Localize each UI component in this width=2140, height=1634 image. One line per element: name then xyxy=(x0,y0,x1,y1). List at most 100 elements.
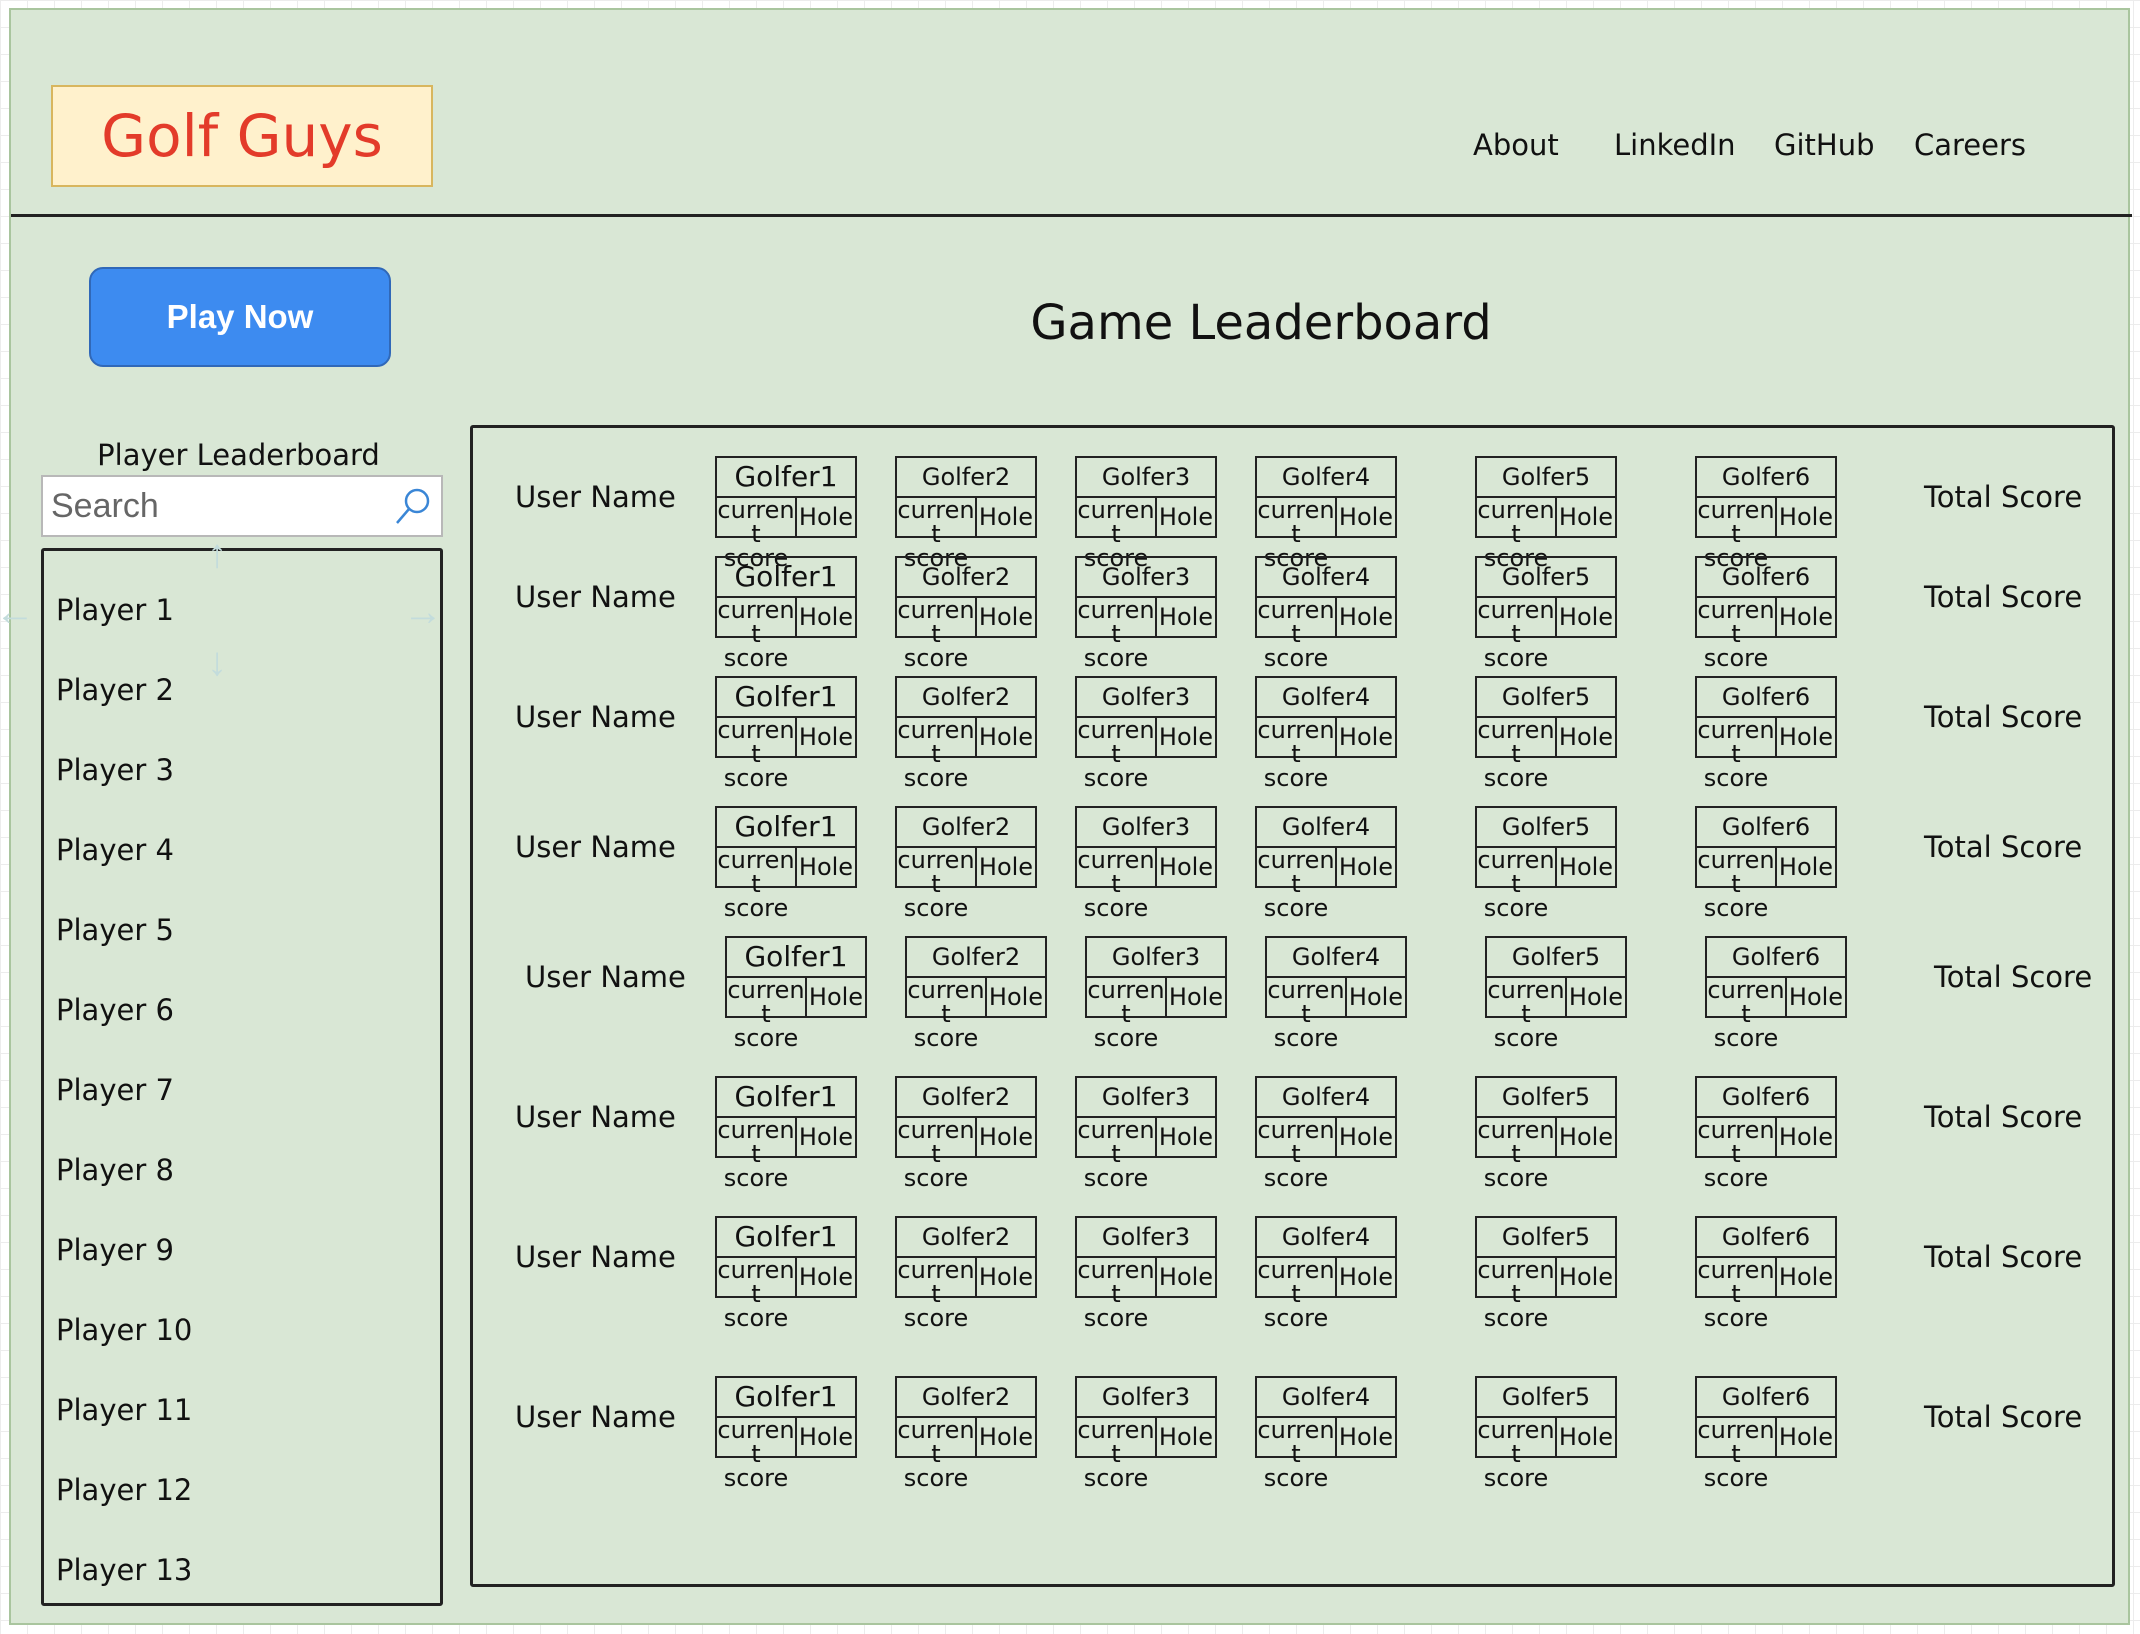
golfer-card[interactable]: Golfer2 current score Hole xyxy=(895,1076,1037,1190)
player-list-item[interactable]: Player 3 xyxy=(56,753,174,787)
golfer-name: Golfer4 xyxy=(1255,676,1397,718)
golfer-name: Golfer3 xyxy=(1075,556,1217,598)
golfer-name: Golfer6 xyxy=(1695,1076,1837,1118)
golfer-card[interactable]: Golfer3 current score Hole xyxy=(1075,556,1217,670)
golfer-name: Golfer6 xyxy=(1695,676,1837,718)
golfer-hole: Hole xyxy=(1335,716,1397,758)
player-list-item[interactable]: Player 10 xyxy=(56,1313,192,1347)
golfer-name: Golfer6 xyxy=(1695,1376,1837,1418)
golfer-card[interactable]: Golfer1 current score Hole xyxy=(715,1076,857,1190)
golfer-card[interactable]: Golfer6 current score Hole xyxy=(1695,1216,1837,1330)
golfer-card[interactable]: Golfer4 current score Hole xyxy=(1255,556,1397,670)
play-now-button[interactable]: Play Now xyxy=(89,267,391,367)
golfer-card[interactable]: Golfer5 current score Hole xyxy=(1475,456,1617,570)
nav-link-careers[interactable]: Careers xyxy=(1914,128,2026,162)
golfer-card[interactable]: Golfer5 current score Hole xyxy=(1475,1076,1617,1190)
nav-link-linkedin[interactable]: LinkedIn xyxy=(1614,128,1736,162)
arrow-left-icon: ← xyxy=(0,590,35,634)
golfer-card[interactable]: Golfer1 current score Hole xyxy=(715,1376,857,1490)
player-list-item[interactable]: Player 6 xyxy=(56,993,174,1027)
player-list-item[interactable]: Player 1 xyxy=(56,593,174,627)
nav-link-github[interactable]: GitHub xyxy=(1774,128,1875,162)
nav-link-about[interactable]: About xyxy=(1473,128,1559,162)
golfer-card[interactable]: Golfer5 current score Hole xyxy=(1475,1216,1617,1330)
golfer-name: Golfer2 xyxy=(895,1216,1037,1258)
golfer-card[interactable]: Golfer2 current score Hole xyxy=(895,1216,1037,1330)
golfer-card[interactable]: Golfer5 current score Hole xyxy=(1475,1376,1617,1490)
player-list-item[interactable]: Player 2 xyxy=(56,673,174,707)
golfer-hole: Hole xyxy=(975,716,1037,758)
golfer-hole: Hole xyxy=(1775,596,1837,638)
row-username: User Name xyxy=(515,480,676,514)
golfer-card[interactable]: Golfer3 current score Hole xyxy=(1075,1076,1217,1190)
golfer-card[interactable]: Golfer1 current score Hole xyxy=(725,936,867,1050)
golfer-name: Golfer3 xyxy=(1075,676,1217,718)
golfer-card[interactable]: Golfer2 current score Hole xyxy=(895,676,1037,790)
golfer-card[interactable]: Golfer6 current score Hole xyxy=(1695,676,1837,790)
golfer-hole: Hole xyxy=(1775,1256,1837,1298)
golfer-card[interactable]: Golfer5 current score Hole xyxy=(1475,556,1617,670)
golfer-card[interactable]: Golfer4 current score Hole xyxy=(1265,936,1407,1050)
golfer-card[interactable]: Golfer3 current score Hole xyxy=(1075,456,1217,570)
row-username: User Name xyxy=(515,1240,676,1274)
golfer-name: Golfer4 xyxy=(1255,556,1397,598)
golfer-card[interactable]: Golfer6 current score Hole xyxy=(1695,556,1837,670)
golfer-current-score: current score xyxy=(895,716,977,790)
golfer-card[interactable]: Golfer6 current score Hole xyxy=(1705,936,1847,1050)
game-leaderboard-title: Game Leaderboard xyxy=(1030,295,1492,351)
golfer-card[interactable]: Golfer1 current score Hole xyxy=(715,556,857,670)
golfer-card[interactable]: Golfer1 current score Hole xyxy=(715,806,857,920)
golfer-name: Golfer5 xyxy=(1475,806,1617,848)
golfer-card[interactable]: Golfer5 current score Hole xyxy=(1485,936,1627,1050)
golfer-card[interactable]: Golfer1 current score Hole xyxy=(715,676,857,790)
player-list-item[interactable]: Player 13 xyxy=(56,1553,192,1587)
golfer-current-score: current score xyxy=(715,496,797,570)
golfer-current-score: current score xyxy=(1695,1116,1777,1190)
golfer-current-score: current score xyxy=(1265,976,1347,1050)
golfer-hole: Hole xyxy=(1555,846,1617,888)
player-list-item[interactable]: Player 5 xyxy=(56,913,174,947)
golfer-card[interactable]: Golfer4 current score Hole xyxy=(1255,676,1397,790)
golfer-name: Golfer6 xyxy=(1695,806,1837,848)
golfer-card[interactable]: Golfer1 current score Hole xyxy=(715,1216,857,1330)
golfer-hole: Hole xyxy=(1155,716,1217,758)
golfer-card[interactable]: Golfer6 current score Hole xyxy=(1695,806,1837,920)
player-list-item[interactable]: Player 4 xyxy=(56,833,174,867)
golfer-card[interactable]: Golfer5 current score Hole xyxy=(1475,806,1617,920)
golfer-current-score: current score xyxy=(1255,1256,1337,1330)
golfer-card[interactable]: Golfer4 current score Hole xyxy=(1255,1076,1397,1190)
golfer-card[interactable]: Golfer4 current score Hole xyxy=(1255,1216,1397,1330)
golfer-card[interactable]: Golfer4 current score Hole xyxy=(1255,1376,1397,1490)
golfer-card[interactable]: Golfer6 current score Hole xyxy=(1695,1076,1837,1190)
golfer-hole: Hole xyxy=(975,596,1037,638)
player-list-item[interactable]: Player 11 xyxy=(56,1393,192,1427)
player-list-item[interactable]: Player 7 xyxy=(56,1073,174,1107)
golfer-current-score: current score xyxy=(895,1416,977,1490)
golfer-card[interactable]: Golfer4 current score Hole xyxy=(1255,456,1397,570)
golfer-card[interactable]: Golfer2 current score Hole xyxy=(895,556,1037,670)
row-total-score: Total Score xyxy=(1924,1100,2083,1134)
search-input[interactable] xyxy=(51,483,381,529)
search-icon[interactable] xyxy=(391,485,435,529)
player-list-item[interactable]: Player 8 xyxy=(56,1153,174,1187)
golfer-card[interactable]: Golfer3 current score Hole xyxy=(1075,1216,1217,1330)
golfer-name: Golfer2 xyxy=(905,936,1047,978)
golfer-card[interactable]: Golfer3 current score Hole xyxy=(1075,1376,1217,1490)
golfer-card[interactable]: Golfer2 current score Hole xyxy=(895,456,1037,570)
golfer-card[interactable]: Golfer2 current score Hole xyxy=(895,806,1037,920)
logo[interactable]: Golf Guys xyxy=(51,85,433,187)
golfer-hole: Hole xyxy=(1155,1256,1217,1298)
golfer-card[interactable]: Golfer4 current score Hole xyxy=(1255,806,1397,920)
golfer-card[interactable]: Golfer2 current score Hole xyxy=(895,1376,1037,1490)
golfer-card[interactable]: Golfer3 current score Hole xyxy=(1085,936,1227,1050)
golfer-card[interactable]: Golfer3 current score Hole xyxy=(1075,806,1217,920)
golfer-card[interactable]: Golfer6 current score Hole xyxy=(1695,1376,1837,1490)
golfer-card[interactable]: Golfer1 current score Hole xyxy=(715,456,857,570)
golfer-card[interactable]: Golfer3 current score Hole xyxy=(1075,676,1217,790)
golfer-card[interactable]: Golfer2 current score Hole xyxy=(905,936,1047,1050)
player-list-item[interactable]: Player 9 xyxy=(56,1233,174,1267)
player-list-item[interactable]: Player 12 xyxy=(56,1473,192,1507)
golfer-card[interactable]: Golfer6 current score Hole xyxy=(1695,456,1837,570)
golfer-name: Golfer6 xyxy=(1695,456,1837,498)
golfer-card[interactable]: Golfer5 current score Hole xyxy=(1475,676,1617,790)
